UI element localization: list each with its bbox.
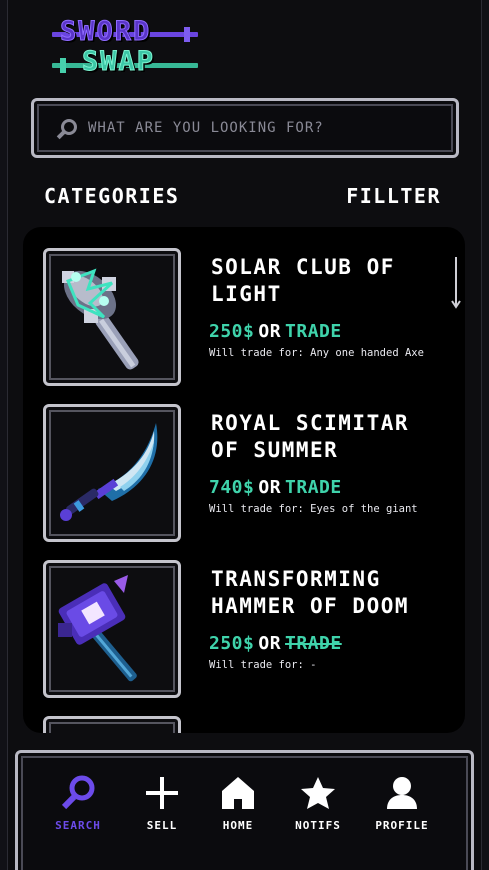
trade-wants-text: Will trade for: Any one handed Axe (209, 347, 424, 359)
nav-sell-label: SELL (146, 819, 178, 832)
frame-left-edge (0, 0, 8, 870)
trade-label[interactable]: TRADE (285, 477, 342, 498)
nav-notifs-label: NOTIFS (295, 819, 341, 832)
categories-button[interactable]: CATEGORIES (44, 184, 179, 208)
nav-notifs[interactable]: NOTIFS (278, 775, 358, 832)
listing-item[interactable]: ROYAL SCIMITAR OF SUMMER 740$ OR TRADE Wil… (43, 404, 453, 544)
item-price: 740$ (209, 477, 255, 498)
item-price-line: 250$ OR TRADE (209, 633, 342, 654)
item-title[interactable]: ROYAL SCIMITAR OF SUMMER (211, 410, 451, 464)
profile-icon (387, 777, 417, 809)
search-icon (56, 119, 77, 140)
home-icon (222, 777, 254, 809)
nav-search-label: SEARCH (55, 819, 101, 832)
nav-home[interactable]: HOME (198, 775, 278, 832)
item-price: 250$ (209, 633, 255, 654)
item-price-line: 250$ OR TRADE (209, 321, 342, 342)
trade-wants-text: Will trade for: - (209, 659, 317, 671)
mace-icon (62, 268, 139, 370)
search-bar[interactable] (31, 98, 459, 158)
logo-text-top: SWORD (59, 16, 152, 47)
item-price-line: 740$ OR TRADE (209, 477, 342, 498)
nav-profile-label: PROFILE (375, 819, 429, 832)
bottom-navigation: SEARCH SELL HOME NOTIFS PROFILE (15, 750, 474, 870)
sword-swap-logo[interactable]: SWORD SWAP (52, 16, 202, 80)
logo-sword-hilt (184, 27, 190, 42)
listing-item[interactable]: TRANSFORMING HAMMER OF DOOM 250$ OR TRADE … (43, 560, 453, 700)
search-icon (61, 775, 95, 810)
frame-right-edge (481, 0, 489, 870)
listing-item[interactable] (43, 716, 453, 733)
or-text: OR (258, 633, 282, 654)
or-text: OR (258, 321, 282, 342)
item-price: 250$ (209, 321, 255, 342)
logo-text-bottom: SWAP (81, 46, 156, 77)
nav-home-label: HOME (222, 819, 254, 832)
trade-label[interactable]: TRADE (285, 321, 342, 342)
listing-item[interactable]: SOLAR CLUB OF LIGHT 250$ OR TRADE Will tra… (43, 248, 453, 388)
item-thumbnail[interactable] (43, 248, 181, 386)
nav-profile[interactable]: PROFILE (362, 775, 442, 832)
filter-button[interactable]: FILLTER (346, 184, 441, 208)
item-title[interactable]: TRANSFORMING HAMMER OF DOOM (211, 566, 451, 620)
item-title[interactable]: SOLAR CLUB OF LIGHT (211, 254, 451, 308)
item-thumbnail[interactable] (43, 404, 181, 542)
scimitar-icon (60, 423, 158, 521)
star-icon (301, 777, 335, 809)
nav-sell[interactable]: SELL (122, 775, 202, 832)
or-text: OR (258, 477, 282, 498)
listing-list[interactable]: SOLAR CLUB OF LIGHT 250$ OR TRADE Will tra… (23, 227, 465, 733)
trade-label-unavailable: TRADE (285, 633, 342, 654)
nav-search[interactable]: SEARCH (38, 775, 118, 832)
hammer-icon (58, 575, 137, 682)
plus-icon (146, 777, 178, 809)
search-input[interactable] (88, 115, 438, 141)
item-thumbnail[interactable] (43, 716, 181, 733)
logo-sword-hilt (60, 58, 66, 73)
item-thumbnail[interactable] (43, 560, 181, 698)
trade-wants-text: Will trade for: Eyes of the giant (209, 503, 418, 515)
